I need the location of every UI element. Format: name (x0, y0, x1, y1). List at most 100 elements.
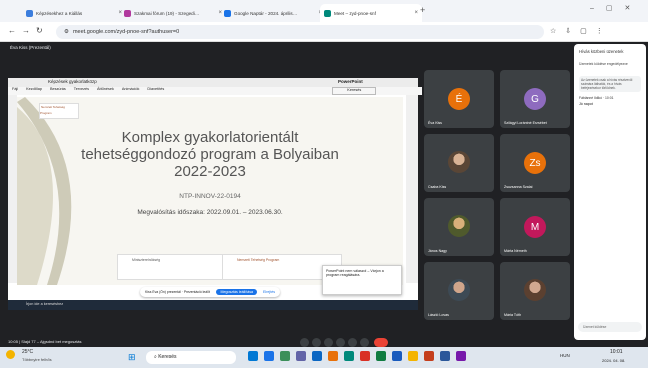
chat-panel: Hívás közbeni üzenetek Üzenetek küldése … (574, 44, 646, 340)
more-options-button[interactable] (360, 338, 369, 347)
tab-close-icon[interactable]: × (414, 10, 418, 16)
participant-name: Éva Kiss (428, 121, 442, 125)
slide-title-line: Komplex gyakorlatorientált (121, 129, 299, 146)
project-code: NTP-INNOV-22-0194 (179, 193, 241, 200)
avatar: G (524, 88, 546, 110)
tab-label: Képzésekhez a Kiállás (36, 10, 83, 16)
participant-tile[interactable]: M Márta Németh (500, 198, 570, 256)
hide-button[interactable]: Elrejtés (263, 290, 275, 294)
browser-tab[interactable]: Szakmai fórum (19) - Szegedi… × (120, 4, 226, 22)
taskbar-app-icon[interactable] (296, 351, 306, 361)
chat-info: Az üzenetek csak a hívás résztvevői szám… (579, 76, 641, 92)
present-button[interactable] (348, 338, 357, 347)
participant-name: Mária Tóth (504, 313, 522, 317)
url-input[interactable]: ⚙ meet.google.com/zyd-pnoe-snf?authuser=… (56, 25, 544, 39)
ppt-titlebar: Képzések gyakorlatközp PowerPoint (8, 78, 418, 87)
browser-tab[interactable]: Képzésekhez a Kiállás × (22, 4, 126, 22)
start-button[interactable]: ⊞ (128, 352, 136, 363)
ppt-menu-item[interactable]: Tervezés (74, 87, 89, 95)
stop-sharing-button[interactable]: Megosztás leállítása (216, 289, 258, 295)
camera-button[interactable] (312, 338, 321, 347)
toolbar-icons[interactable]: ☆⇩▢⋮ (550, 27, 612, 35)
participant-name: Márta Németh (504, 249, 527, 253)
taskbar-app-icon[interactable] (344, 351, 354, 361)
participant-tile[interactable]: Mária Tóth (500, 262, 570, 320)
taskbar-search[interactable]: ⌕ Keresés (146, 351, 236, 364)
participant-tile[interactable]: János Nagy (424, 198, 494, 256)
taskbar-app-icon[interactable] (376, 351, 386, 361)
taskbar-app-icon[interactable] (408, 351, 418, 361)
taskbar-app-icon[interactable] (264, 351, 274, 361)
weather-temp: 25°C (22, 349, 34, 355)
participant-name: Csaba Kiss (428, 185, 447, 189)
participant-photo (448, 151, 470, 173)
slide-canvas: Nemzeti Tehetség Program Komplex gyakorl… (17, 97, 403, 285)
ppt-menu-item[interactable]: Diavetítés (147, 87, 164, 95)
clock-time[interactable]: 10:01 (610, 349, 623, 355)
slide-logo-text: Nemzeti Tehetség Program (40, 105, 65, 115)
avatar: Zs (524, 152, 546, 174)
browser-tab-bar: Képzésekhez a Kiállás × Szakmai fórum (1… (0, 0, 648, 22)
ppt-right-toolbar[interactable] (406, 95, 418, 283)
participant-name: Szilágyi Lorántné Erzsébet (504, 121, 547, 125)
ppt-left-toolbar[interactable] (8, 95, 17, 283)
participant-photo (448, 215, 470, 237)
tab-favicon-icon (26, 9, 33, 17)
taskbar-app-icon[interactable] (440, 351, 450, 361)
participant-tile[interactable]: László Lovas (424, 262, 494, 320)
tab-label: Szakmai fórum (19) - Szegedi… (134, 10, 200, 16)
language-indicator[interactable]: HUN (560, 353, 570, 358)
tab-label: Google Naptár - 2024. április… (234, 10, 298, 16)
notification-toast[interactable]: PowerPoint nem válaszol – Várjon a progr… (322, 265, 402, 295)
chat-toggle-label[interactable]: Üzenetek küldése engedélyezve (579, 62, 641, 66)
participant-tile[interactable]: G Szilágyi Lorántné Erzsébet (500, 70, 570, 128)
ppt-menu-item[interactable]: Kezdőlap (26, 87, 42, 95)
sharing-banner: Kiss Éva (Ön) prezentál · Prezentáció le… (140, 287, 280, 297)
ppt-file-tab: Képzések gyakorlatközp (48, 79, 97, 84)
shared-search-field: Írjon ide a kereséshez (26, 302, 64, 306)
ppt-menu-item[interactable]: Áttűnések (97, 87, 114, 95)
taskbar-app-icon[interactable] (312, 351, 322, 361)
sharing-text: Kiss Éva (Ön) prezentál · Prezentáció le… (145, 290, 211, 294)
participant-photo (448, 279, 470, 301)
new-tab-button[interactable]: + (420, 5, 425, 15)
weather-desc: Többnyire felhős (22, 357, 52, 362)
participant-name: János Nagy (428, 249, 447, 253)
chat-message: Jó napot (579, 102, 593, 106)
reload-icon[interactable]: ↻ (36, 26, 43, 35)
taskbar-app-icon[interactable] (328, 351, 338, 361)
taskbar-app-icon[interactable] (360, 351, 370, 361)
leave-call-button[interactable] (374, 338, 388, 347)
ppt-search-input[interactable]: Keresés (332, 87, 377, 95)
mic-button[interactable] (300, 338, 309, 347)
participant-tile[interactable]: É Éva Kiss (424, 70, 494, 128)
windows-taskbar: 25°C Többnyire felhős ⊞ ⌕ Keresés HUN 10… (0, 347, 648, 368)
window-controls[interactable]: –▢✕ (590, 4, 642, 12)
forward-icon[interactable]: → (22, 26, 30, 35)
participant-tile[interactable]: Csaba Kiss (424, 134, 494, 192)
ppt-menu-item[interactable]: Animációk (122, 87, 140, 95)
slide-logo: Nemzeti Tehetség Program (39, 103, 79, 119)
ppt-menu-item[interactable]: Fájl (12, 87, 18, 95)
back-icon[interactable]: ← (8, 26, 16, 35)
raise-hand-button[interactable] (336, 338, 345, 347)
taskbar-app-icon[interactable] (456, 351, 466, 361)
taskbar-app-icon[interactable] (392, 351, 402, 361)
participant-name: László Lovas (428, 313, 449, 317)
ppt-menu-item[interactable]: Beszúrás (50, 87, 66, 95)
taskbar-app-icon[interactable] (424, 351, 434, 361)
captions-button[interactable] (324, 338, 333, 347)
tab-favicon-icon (124, 9, 131, 17)
browser-tab[interactable]: Google Naptár - 2024. április… × (220, 4, 326, 22)
taskbar-app-icon[interactable] (248, 351, 258, 361)
taskbar-search-text: Keresés (158, 354, 177, 360)
clock-date[interactable]: 2024. 04. 08. (602, 358, 625, 363)
slide-title-line: 2022-2023 (174, 163, 246, 180)
chat-input[interactable]: Üzenet küldése (578, 322, 642, 332)
browser-tab-active[interactable]: Meet – zyd-pnoe-snf × (320, 4, 422, 22)
participant-name: Zsuzsanna Szalai (504, 185, 533, 189)
avatar: M (524, 216, 546, 238)
site-info-icon[interactable]: ⚙ (64, 29, 69, 35)
taskbar-app-icon[interactable] (280, 351, 290, 361)
participant-tile[interactable]: Zs Zsuzsanna Szalai (500, 134, 570, 192)
